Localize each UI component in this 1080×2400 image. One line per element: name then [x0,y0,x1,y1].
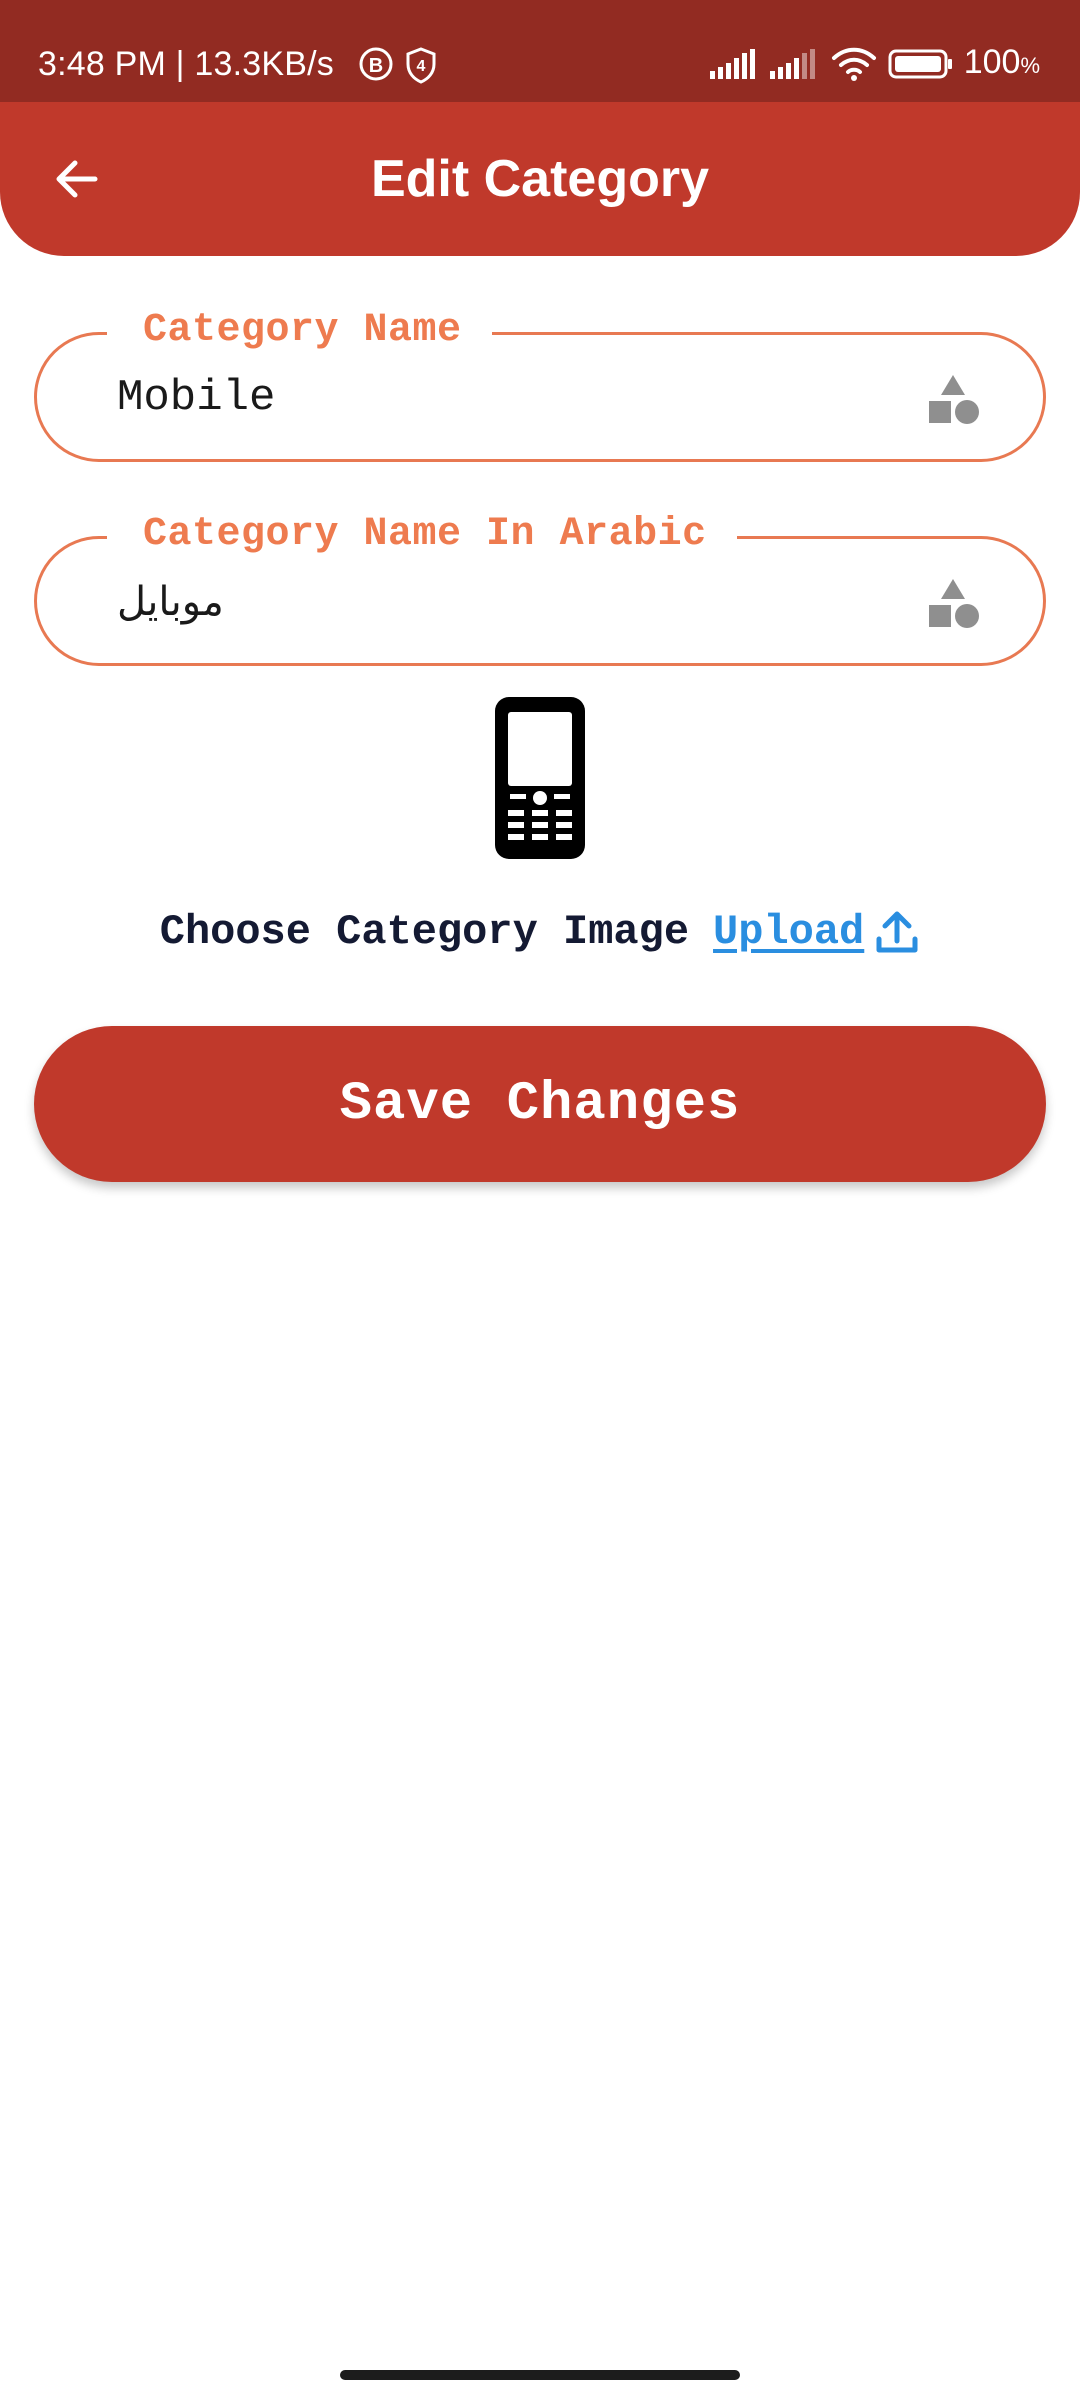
save-changes-button[interactable]: Save Changes [34,1026,1046,1182]
signal-icon [769,49,815,79]
status-time: 3:48 PM | 13.3KB/s [38,45,334,83]
category-name-arabic-field[interactable]: Category Name In Arabic [34,505,1046,666]
image-upload-row: Choose Category Image Upload [0,900,1080,964]
battery-icon [888,49,952,79]
category-name-field[interactable]: Category Name [34,301,1046,462]
app-bar: Edit Category [0,102,1080,256]
b-circle-icon: B [359,47,393,81]
home-indicator[interactable] [340,2370,740,2380]
upload-link[interactable]: Upload [713,908,864,956]
category-name-arabic-input[interactable] [117,569,897,635]
svg-text:B: B [369,55,383,77]
shield-4-icon: 4 [406,47,436,84]
choose-image-label: Choose Category Image [159,908,690,956]
svg-text:4: 4 [417,58,426,75]
status-icons-right: 100% [709,43,1040,84]
wifi-icon [831,47,876,81]
status-icons-left: B 4 [358,46,438,84]
signal-icon [709,49,755,79]
shapes-icon [929,375,979,424]
category-name-label: Category Name [107,301,492,361]
upload-icon[interactable] [874,909,920,955]
category-name-arabic-label: Category Name In Arabic [107,505,737,565]
category-name-input[interactable] [117,365,897,431]
battery-level: 100% [963,43,1040,81]
edit-category-screen: 3:48 PM | 13.3KB/s B 4 100% Edit Categor… [0,0,1080,2400]
shapes-icon [929,579,979,628]
mobile-phone-icon [495,697,585,859]
page-title: Edit Category [370,150,710,208]
status-bar: 3:48 PM | 13.3KB/s B 4 100% [0,0,1080,102]
